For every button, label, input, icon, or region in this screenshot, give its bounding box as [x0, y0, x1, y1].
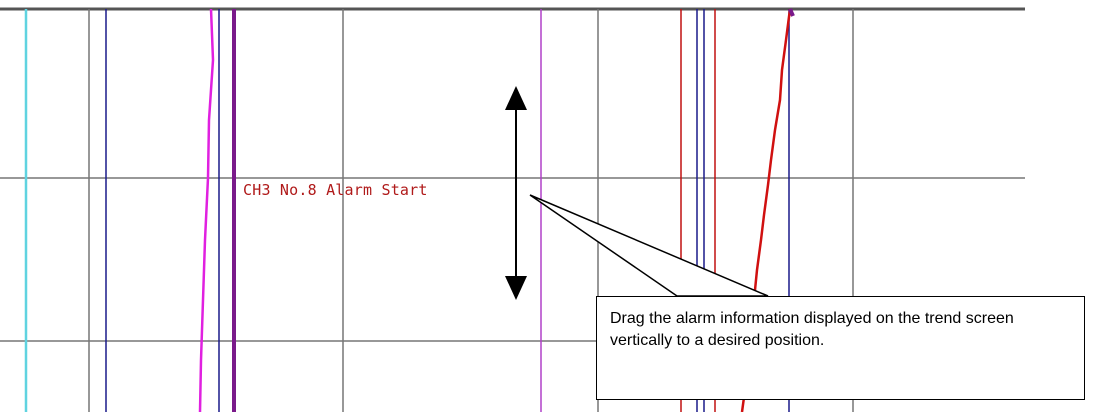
trend-screen: CH3 No.8 Alarm Start Drag the alarm info…	[0, 0, 1096, 412]
callout-pointer	[529, 194, 769, 297]
trace-magenta	[198, 8, 215, 412]
drag-arrow-icon	[505, 86, 527, 300]
callout-text: Drag the alarm information displayed on …	[610, 310, 1014, 349]
callout-box: Drag the alarm information displayed on …	[596, 296, 1085, 400]
alarm-information-label[interactable]: CH3 No.8 Alarm Start	[243, 180, 428, 200]
trace-purple-top	[788, 8, 795, 17]
